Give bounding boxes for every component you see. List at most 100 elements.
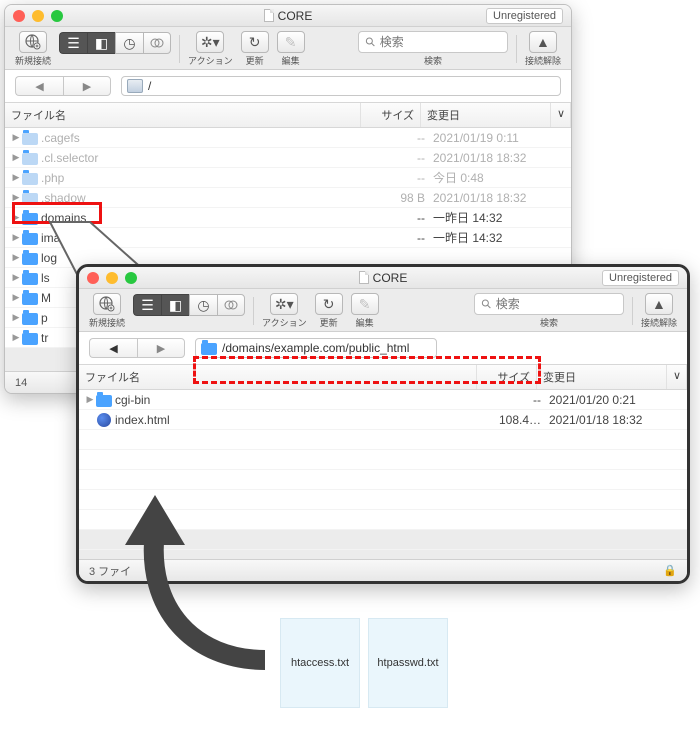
column-headers[interactable]: ファイル名 サイズ 変更日 ∨ (79, 365, 687, 390)
table-row[interactable]: ▶ cgi-bin--2021/01/20 0:21 (79, 390, 687, 410)
path-nav: ◀ ▶ /domains/example.com/public_html (79, 332, 687, 365)
window-title: CORE (79, 271, 687, 285)
table-row[interactable]: index.html108.4…2021/01/18 18:32 (79, 410, 687, 430)
view-list-button[interactable]: ☰ (133, 294, 161, 316)
forward-button[interactable]: ▶ (137, 338, 185, 358)
new-connection-label: 新規接続 (15, 54, 51, 67)
history-nav[interactable]: ◀ ▶ (15, 76, 111, 96)
row-filename: .php (39, 171, 373, 185)
titlebar: CORE Unregistered (5, 5, 571, 27)
refresh-button[interactable]: ↻ (241, 31, 269, 53)
empty-row (79, 430, 687, 450)
edit-label: 編集 (356, 316, 374, 329)
disclosure-icon[interactable]: ▶ (11, 232, 21, 243)
row-date: 2021/01/18 18:32 (549, 413, 681, 427)
row-date: 2021/01/20 0:21 (549, 393, 681, 407)
col-date[interactable]: 変更日 (537, 365, 667, 389)
view-mode-segmented[interactable]: ☰ ◧ ◷ (59, 32, 171, 54)
upload-arrow-icon (115, 490, 295, 680)
col-filename[interactable]: ファイル名 (79, 365, 477, 389)
action-label: アクション (262, 316, 307, 329)
col-size[interactable]: サイズ (477, 365, 537, 389)
path-text: /domains/example.com/public_html (222, 341, 409, 355)
edit-button[interactable]: ✎ (277, 31, 305, 53)
file-icon (95, 413, 113, 427)
view-list-button[interactable]: ☰ (59, 32, 87, 54)
empty-row (79, 470, 687, 490)
sync-button[interactable] (143, 32, 171, 54)
col-size[interactable]: サイズ (361, 103, 421, 127)
history-button[interactable]: ◷ (189, 294, 217, 316)
forward-button[interactable]: ▶ (63, 76, 111, 96)
history-button[interactable]: ◷ (115, 32, 143, 54)
disclosure-icon[interactable]: ▶ (11, 172, 21, 183)
table-row[interactable]: ▶.shadow98 B2021/01/18 18:32 (5, 188, 571, 208)
zoom-icon[interactable] (51, 10, 63, 22)
disclosure-icon[interactable]: ▶ (11, 212, 21, 223)
new-connection-button[interactable] (19, 31, 47, 53)
disconnect-button[interactable]: ▲ (645, 293, 673, 315)
disclosure-icon[interactable]: ▶ (11, 252, 21, 263)
path-text: / (148, 79, 151, 93)
path-field[interactable]: / (121, 76, 561, 96)
row-date: 一昨日 14:32 (433, 209, 565, 226)
action-button[interactable]: ✲▾ (270, 293, 298, 315)
row-date: 今日 0:48 (433, 169, 565, 186)
row-date: 2021/01/18 18:32 (433, 151, 565, 165)
folder-icon (21, 132, 39, 144)
disclosure-icon[interactable]: ▶ (11, 332, 21, 343)
disclosure-icon[interactable]: ▶ (11, 132, 21, 143)
close-icon[interactable] (13, 10, 25, 22)
column-headers[interactable]: ファイル名 サイズ 変更日 ∨ (5, 103, 571, 128)
edit-button[interactable]: ✎ (351, 293, 379, 315)
row-size: -- (489, 393, 549, 407)
search-field[interactable] (474, 293, 624, 315)
back-button[interactable]: ◀ (89, 338, 137, 358)
disclosure-icon[interactable]: ▶ (11, 272, 21, 283)
row-filename: cgi-bin (113, 393, 489, 407)
search-field[interactable] (358, 31, 508, 53)
disclosure-icon[interactable]: ▶ (11, 312, 21, 323)
file-label: htpasswd.txt (377, 657, 438, 669)
history-nav[interactable]: ◀ ▶ (89, 338, 185, 358)
disclosure-icon[interactable]: ▶ (11, 152, 21, 163)
disclosure-icon[interactable]: ▶ (11, 292, 21, 303)
action-button[interactable]: ✲▾ (196, 31, 224, 53)
col-sort[interactable]: ∨ (551, 103, 571, 127)
sync-button[interactable] (217, 294, 245, 316)
table-row[interactable]: ▶.cl.selector--2021/01/18 18:32 (5, 148, 571, 168)
window-controls[interactable] (13, 10, 63, 22)
file-htpasswd[interactable]: htpasswd.txt (368, 618, 448, 708)
minimize-icon[interactable] (32, 10, 44, 22)
view-columns-button[interactable]: ◧ (87, 32, 115, 54)
close-icon[interactable] (87, 272, 99, 284)
col-filename[interactable]: ファイル名 (5, 103, 361, 127)
zoom-icon[interactable] (125, 272, 137, 284)
document-icon (264, 9, 274, 22)
window-controls[interactable] (87, 272, 137, 284)
table-row[interactable]: ▶.cagefs--2021/01/19 0:11 (5, 128, 571, 148)
search-input[interactable] (496, 297, 617, 311)
view-mode-segmented[interactable]: ☰ ◧ ◷ (133, 294, 245, 316)
col-sort[interactable]: ∨ (667, 365, 687, 389)
path-nav: ◀ ▶ / (5, 70, 571, 103)
file-htaccess[interactable]: htaccess.txt (280, 618, 360, 708)
disclosure-icon[interactable]: ▶ (11, 192, 21, 203)
path-field[interactable]: /domains/example.com/public_html (195, 338, 437, 358)
disconnect-button[interactable]: ▲ (529, 31, 557, 53)
row-size: 98 B (373, 191, 433, 205)
row-size: -- (373, 231, 433, 245)
refresh-button[interactable]: ↻ (315, 293, 343, 315)
back-button[interactable]: ◀ (15, 76, 63, 96)
disconnect-label: 接続解除 (525, 54, 561, 67)
search-input[interactable] (380, 35, 501, 49)
view-columns-button[interactable]: ◧ (161, 294, 189, 316)
disclosure-icon[interactable]: ▶ (85, 394, 95, 405)
table-row[interactable]: ▶ .php--今日 0:48 (5, 168, 571, 188)
minimize-icon[interactable] (106, 272, 118, 284)
col-date[interactable]: 変更日 (421, 103, 551, 127)
folder-icon (21, 312, 39, 324)
row-size: -- (373, 171, 433, 185)
folder-icon (21, 292, 39, 304)
new-connection-button[interactable] (93, 293, 121, 315)
